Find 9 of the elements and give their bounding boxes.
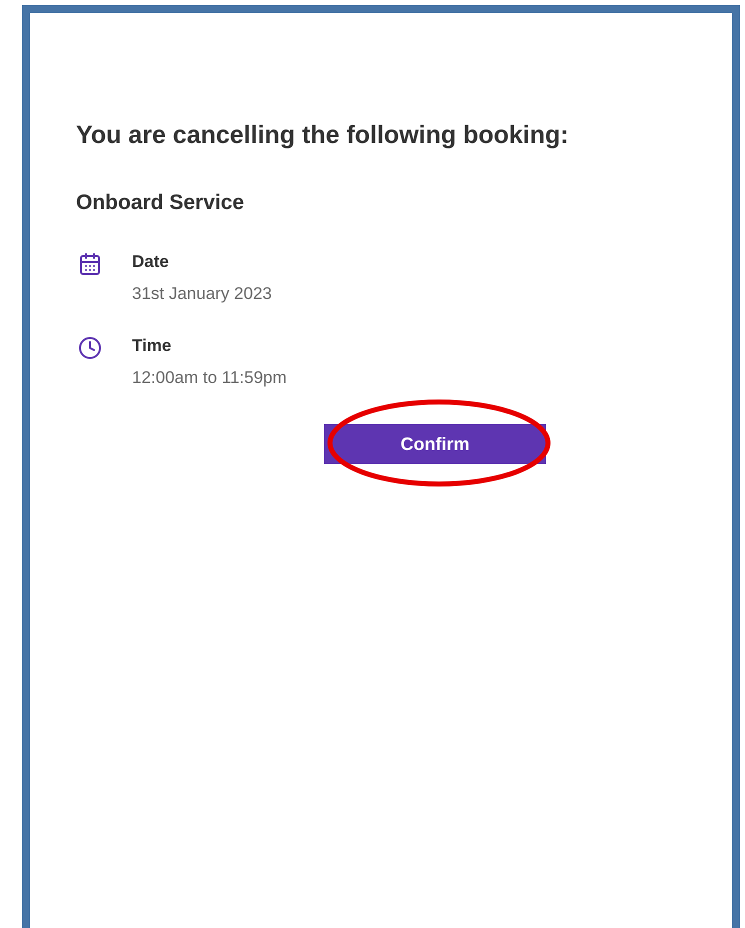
confirm-button[interactable]: Confirm — [324, 424, 546, 464]
detail-label: Date — [132, 251, 170, 273]
calendar-icon — [78, 252, 102, 276]
clock-icon — [78, 336, 102, 360]
detail-value: 31st January 2023 — [132, 283, 272, 305]
detail-label: Time — [132, 335, 172, 357]
page-heading: You are cancelling the following booking: — [76, 120, 570, 151]
detail-value: 12:00am to 11:59pm — [132, 367, 287, 389]
service-name: Onboard Service — [76, 190, 246, 216]
